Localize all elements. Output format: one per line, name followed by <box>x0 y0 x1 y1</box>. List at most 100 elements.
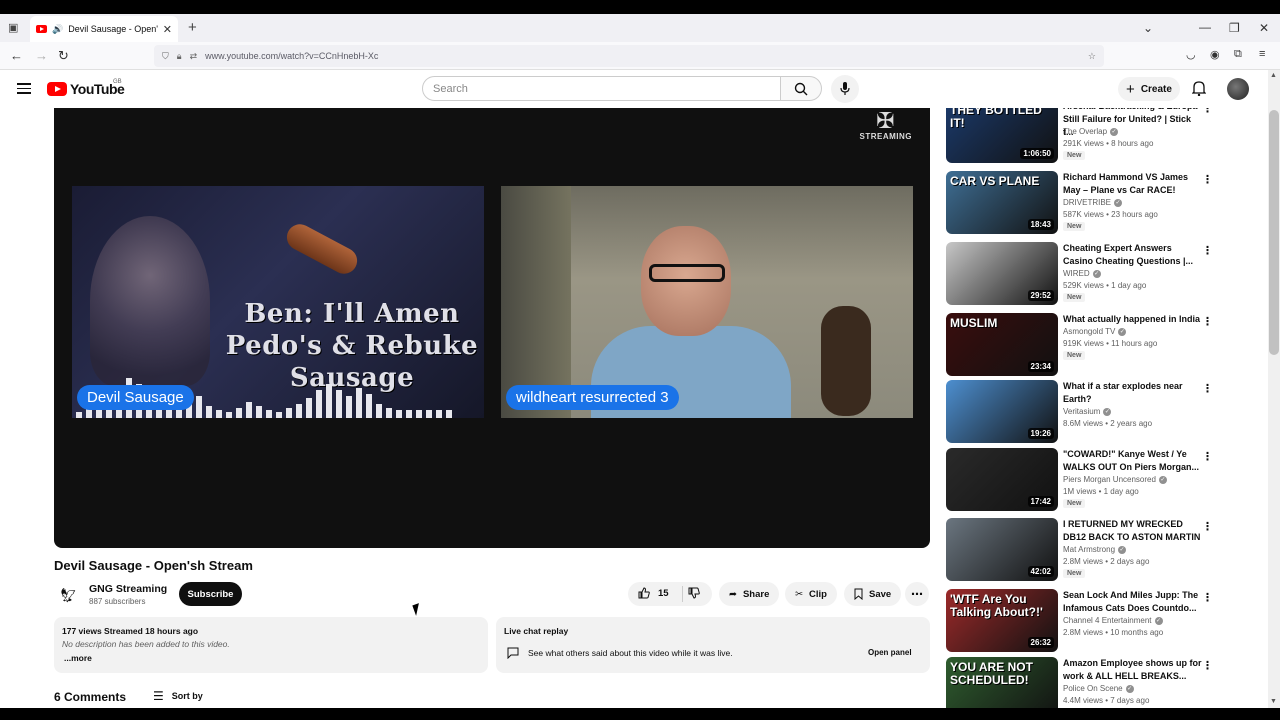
address-bar[interactable]: ⛉ 🔒︎ ⇄ www.youtube.com/watch?v=CCnHnebH-… <box>154 45 1104 67</box>
video-thumbnail[interactable]: 19:26 <box>946 380 1058 443</box>
more-options-icon[interactable]: ⋮ <box>1202 173 1213 186</box>
thumbs-down-icon[interactable] <box>688 587 700 599</box>
notifications-bell-icon[interactable] <box>1192 80 1206 96</box>
search-input[interactable]: Search <box>422 76 781 101</box>
scrollbar-thumb[interactable] <box>1269 110 1279 355</box>
recommended-video[interactable]: 29:52 Cheating Expert Answers Casino Chea… <box>946 242 1216 306</box>
search-button[interactable] <box>780 76 822 101</box>
thumbnail-text: 'WTF Are You Talking About?!' <box>950 592 1043 619</box>
shield-icon[interactable]: ⛉ <box>162 51 169 62</box>
channel-label: Channel 4 Entertainment <box>1063 616 1152 625</box>
pocket-icon[interactable]: ◡ <box>1186 48 1196 61</box>
voice-search-button[interactable] <box>831 75 859 103</box>
recommended-title[interactable]: Sean Lock And Miles Jupp: The Infamous C… <box>1063 589 1203 615</box>
more-options-icon[interactable]: ⋮ <box>1202 315 1213 328</box>
new-badge: New <box>1063 222 1086 231</box>
permissions-icon[interactable]: ⇄ <box>190 51 198 62</box>
restore-window-icon[interactable]: ❐ <box>1229 21 1240 35</box>
video-thumbnail[interactable]: MUSLIM 23:34 <box>946 313 1058 376</box>
more-options-icon[interactable]: ⋮ <box>1202 244 1213 257</box>
scroll-down-arrow-icon[interactable]: ▼ <box>1270 698 1277 705</box>
video-thumbnail[interactable]: THEY BOTTLED IT! 1:06:50 <box>946 108 1058 163</box>
recommended-channel[interactable]: The Overlap ✓ <box>1063 127 1119 136</box>
show-more-link[interactable]: ...more <box>62 653 480 663</box>
video-duration: 29:52 <box>1027 290 1054 301</box>
recommended-channel[interactable]: Asmongold TV ✓ <box>1063 327 1127 336</box>
back-arrow-icon[interactable]: ← <box>10 48 23 63</box>
more-options-icon[interactable]: ⋮ <box>1202 450 1213 463</box>
close-tab-icon[interactable]: ✕ <box>163 23 172 36</box>
more-options-icon[interactable]: ⋮ <box>1202 520 1213 533</box>
tab-overflow-chevron-icon[interactable]: ⌄ <box>1143 21 1153 35</box>
recommended-video[interactable]: MUSLIM 23:34 What actually happened in Ind… <box>946 313 1216 377</box>
create-button[interactable]: + Create <box>1118 77 1180 101</box>
recommended-title[interactable]: What if a star explodes near Earth? <box>1063 380 1203 406</box>
more-options-icon[interactable]: ⋮ <box>1202 659 1213 672</box>
recommended-video[interactable]: 19:26 What if a star explodes near Earth?… <box>946 380 1216 444</box>
recommended-title[interactable]: "COWARD!" Kanye West / Ye WALKS OUT On P… <box>1063 448 1203 474</box>
recommended-title[interactable]: Cheating Expert Answers Casino Cheating … <box>1063 242 1203 268</box>
save-button[interactable]: Save <box>844 582 902 606</box>
video-thumbnail[interactable]: 29:52 <box>946 242 1058 305</box>
recommended-video[interactable]: 'WTF Are You Talking About?!' 26:32 Sean L… <box>946 589 1216 653</box>
recommended-video[interactable]: YOU ARE NOT SCHEDULED! Amazon Employee sh… <box>946 657 1216 708</box>
sort-by-button[interactable]: ☰ Sort by <box>153 689 203 703</box>
thumbnail-text: MUSLIM <box>950 316 998 330</box>
more-actions-icon[interactable]: ⋯ <box>905 582 929 606</box>
url-text[interactable]: www.youtube.com/watch?v=CCnHnebH-Xc <box>205 51 378 61</box>
recommended-channel[interactable]: DRIVETRIBE ✓ <box>1063 198 1123 207</box>
video-thumbnail[interactable]: YOU ARE NOT SCHEDULED! <box>946 657 1058 708</box>
video-thumbnail[interactable]: 17:42 <box>946 448 1058 511</box>
channel-name[interactable]: GNG Streaming <box>89 583 167 595</box>
tab-list-icon[interactable]: ▣ <box>8 21 18 34</box>
recommended-channel[interactable]: Piers Morgan Uncensored ✓ <box>1063 475 1167 484</box>
audio-playing-icon[interactable]: 🔊 <box>52 24 63 35</box>
video-player[interactable]: ✠ STREAMING Ben: I'll Amen Pedo's & Rebu… <box>54 108 930 548</box>
lock-icon[interactable]: 🔒︎ <box>177 51 182 62</box>
forward-arrow-icon[interactable]: → <box>35 48 48 63</box>
minimize-window-icon[interactable]: — <box>1199 20 1211 34</box>
user-avatar[interactable] <box>1227 78 1249 100</box>
account-icon[interactable]: ◉ <box>1210 48 1220 61</box>
more-options-icon[interactable]: ⋮ <box>1202 382 1213 395</box>
reload-icon[interactable]: ↻ <box>58 48 69 64</box>
recommended-channel[interactable]: Channel 4 Entertainment ✓ <box>1063 616 1163 625</box>
recommended-title[interactable]: Richard Hammond VS James May – Plane vs … <box>1063 171 1203 197</box>
verified-check-icon: ✓ <box>1154 616 1163 625</box>
like-button[interactable]: 15 <box>638 587 669 599</box>
extensions-icon[interactable]: ⧉ <box>1234 48 1242 61</box>
menu-icon[interactable]: ≡ <box>1259 48 1265 60</box>
share-button[interactable]: ➦ Share <box>719 582 780 606</box>
recommended-video[interactable]: THEY BOTTLED IT!1:06:50Arsenal Backtrack… <box>946 108 1216 164</box>
bookmark-star-icon[interactable]: ☆ <box>1088 51 1096 62</box>
video-thumbnail[interactable]: 'WTF Are You Talking About?!' 26:32 <box>946 589 1058 652</box>
more-options-icon[interactable]: ⋮ <box>1202 108 1213 115</box>
open-panel-button[interactable]: Open panel <box>868 648 912 657</box>
scroll-up-arrow-icon[interactable]: ▲ <box>1270 72 1277 79</box>
recommended-channel[interactable]: Veritasium ✓ <box>1063 407 1112 416</box>
recommended-title[interactable]: Amazon Employee shows up for work & ALL … <box>1063 657 1203 683</box>
recommended-channel[interactable]: Mat Armstrong ✓ <box>1063 545 1127 554</box>
recommended-video[interactable]: 42:02 I RETURNED MY WRECKED DB12 BACK TO … <box>946 518 1216 582</box>
browser-tab-active[interactable]: 🔊 Devil Sausage - Open'sh St ✕ <box>30 16 178 42</box>
plus-icon: + <box>1126 80 1135 98</box>
recommended-title[interactable]: I RETURNED MY WRECKED DB12 BACK TO ASTON… <box>1063 518 1203 544</box>
recommended-title[interactable]: What actually happened in India <box>1063 313 1203 326</box>
subscribe-button[interactable]: Subscribe <box>179 582 242 606</box>
video-thumbnail[interactable]: CAR VS PLANE 18:43 <box>946 171 1058 234</box>
bookmark-icon <box>854 588 863 600</box>
channel-avatar[interactable]: 🦅︎ <box>54 581 82 609</box>
clip-button[interactable]: ✂ Clip <box>785 582 837 606</box>
recommended-channel[interactable]: Police On Scene ✓ <box>1063 684 1134 693</box>
guide-menu-icon[interactable] <box>17 83 31 94</box>
video-duration: 18:43 <box>1027 219 1054 230</box>
recommended-video[interactable]: CAR VS PLANE 18:43 Richard Hammond VS Jame… <box>946 171 1216 235</box>
video-thumbnail[interactable]: 42:02 <box>946 518 1058 581</box>
close-window-icon[interactable]: ✕ <box>1259 21 1269 35</box>
views-and-age: 291K views • 8 hours ago <box>1063 139 1154 148</box>
recommended-video[interactable]: 17:42 "COWARD!" Kanye West / Ye WALKS OUT… <box>946 448 1216 512</box>
description-box[interactable]: 177 views Streamed 18 hours ago No descr… <box>54 617 488 673</box>
recommended-channel[interactable]: WIRED ✓ <box>1063 269 1101 278</box>
new-tab-icon[interactable]: + <box>188 19 197 36</box>
more-options-icon[interactable]: ⋮ <box>1202 591 1213 604</box>
